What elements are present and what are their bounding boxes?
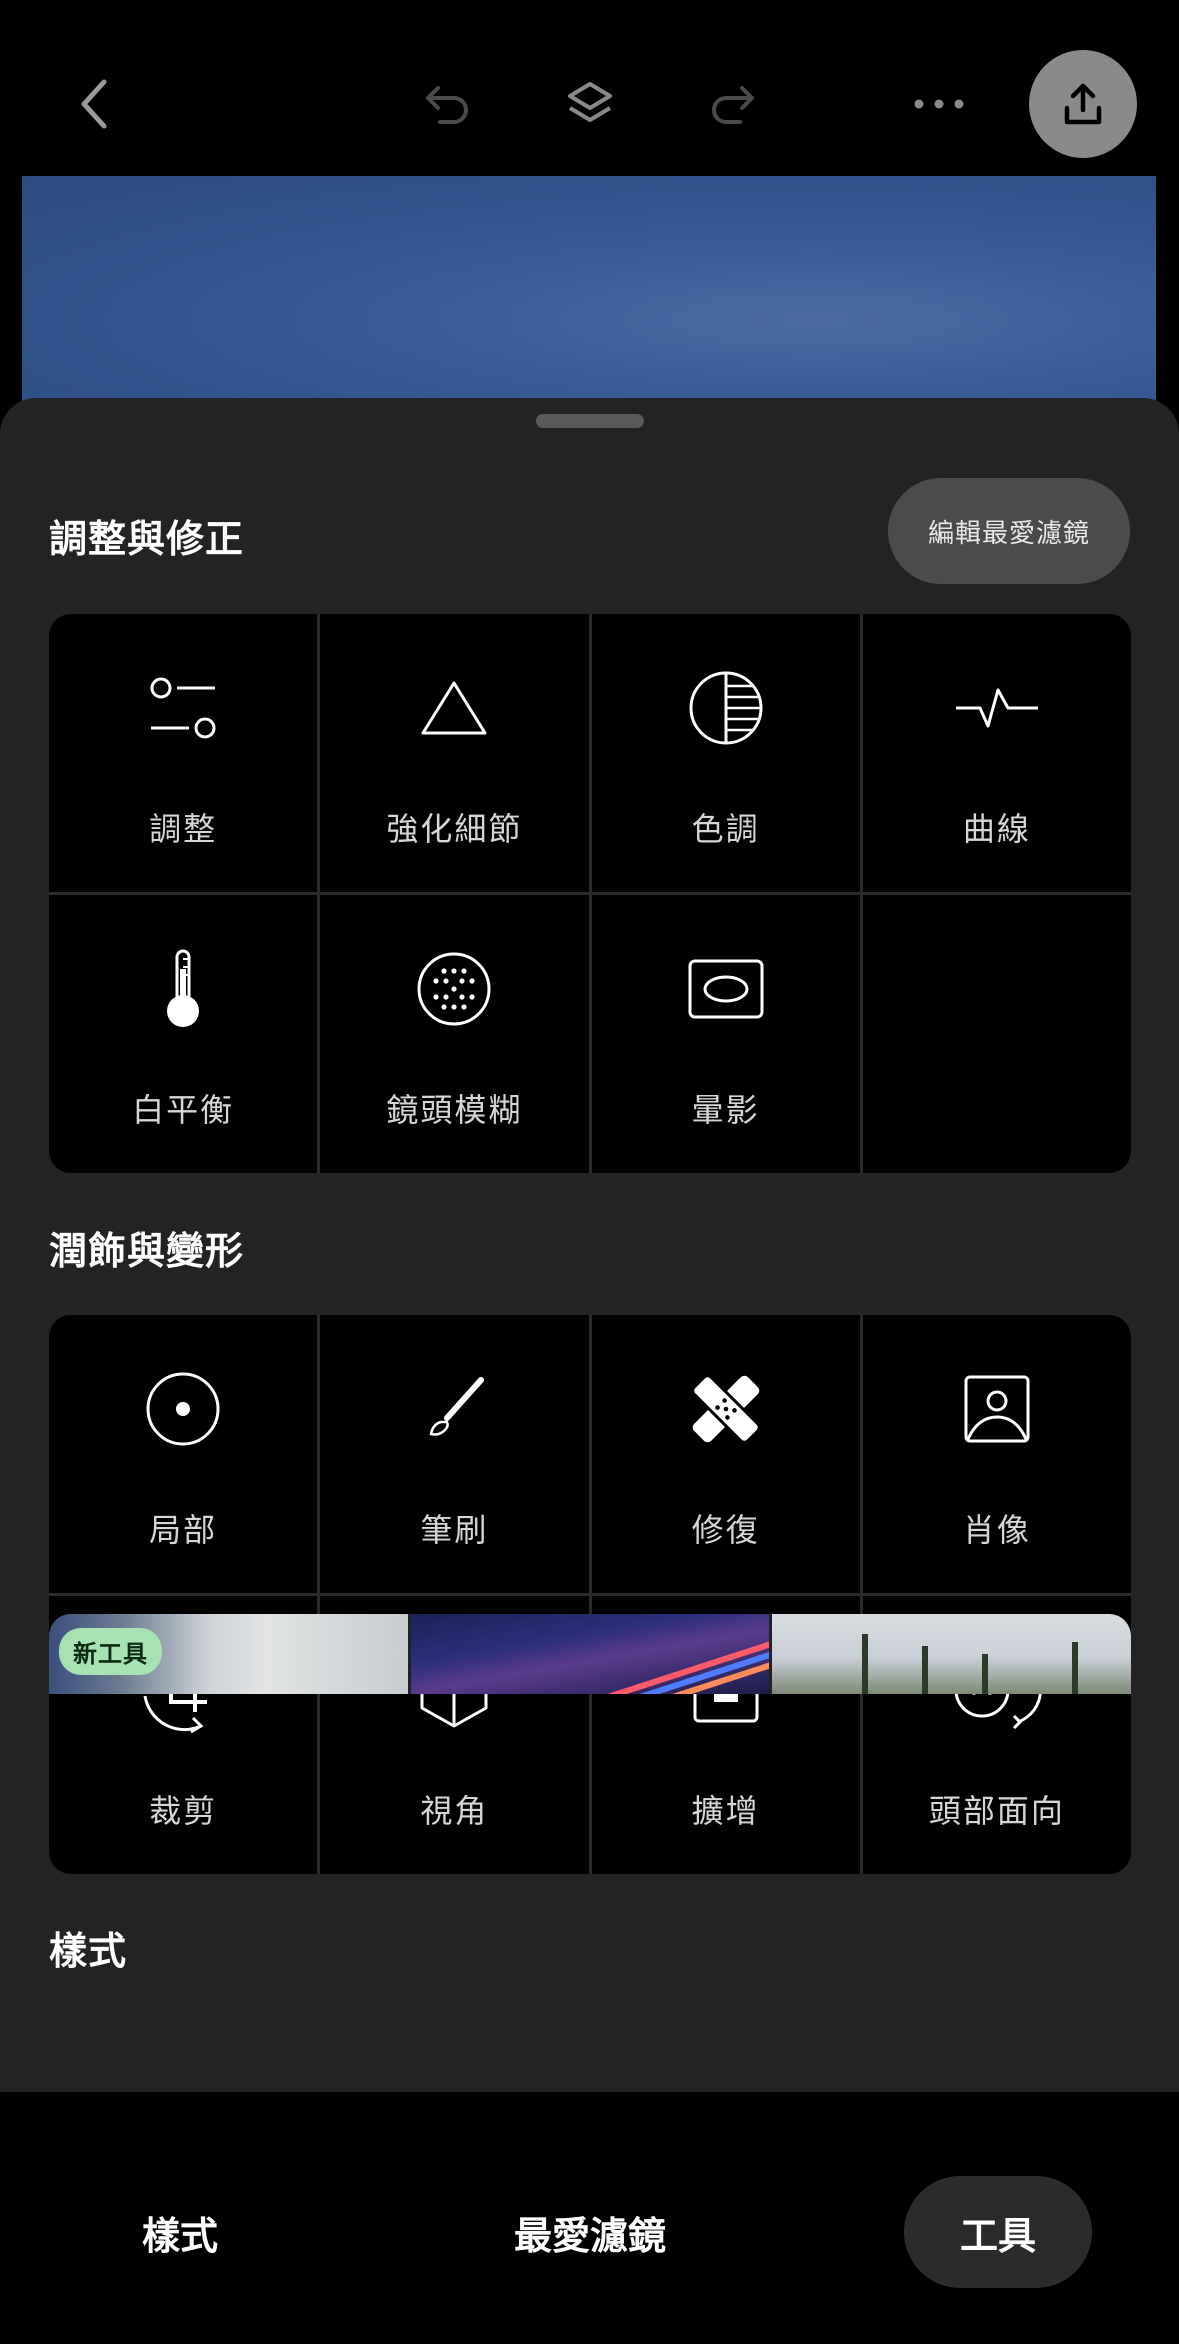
- tool-label: 擴增: [691, 1792, 760, 1830]
- section-title-adjust: 調整與修正: [49, 517, 245, 561]
- tool-curves[interactable]: 曲線: [862, 614, 1131, 892]
- tool-label: 調整: [149, 810, 218, 848]
- tool-brush[interactable]: 筆刷: [320, 1315, 589, 1593]
- tool-healing[interactable]: 修復: [591, 1315, 860, 1593]
- section-title-retouch: 潤飾與變形: [49, 1229, 245, 1273]
- tool-label: 裁剪: [149, 1792, 218, 1830]
- tool-label: 修復: [691, 1511, 760, 1549]
- tools-sheet: 調整與修正 編輯最愛濾鏡 調整 強化細節 色調 曲線 白平衡 鏡頭模糊 暈影 潤…: [0, 398, 1179, 2098]
- style-thumbnail[interactable]: [772, 1614, 1131, 1694]
- tab-tools[interactable]: 工具: [904, 2176, 1092, 2288]
- triangle-icon: [421, 681, 487, 735]
- tool-selective[interactable]: 局部: [49, 1315, 318, 1593]
- more-horizontal-icon: [914, 99, 964, 109]
- tool-label: 肖像: [962, 1511, 1031, 1549]
- tool-tonal[interactable]: 色調: [591, 614, 860, 892]
- sliders-icon: [150, 677, 216, 739]
- redo-icon: [712, 86, 754, 124]
- adjust-tools-grid: 調整 強化細節 色調 曲線 白平衡 鏡頭模糊 暈影: [49, 614, 1131, 1173]
- section-title-styles: 樣式: [49, 1929, 128, 1973]
- tool-label: 頭部面向: [928, 1792, 1065, 1830]
- tool-white-balance[interactable]: 白平衡: [49, 895, 318, 1173]
- tool-lens-blur[interactable]: 鏡頭模糊: [320, 895, 589, 1173]
- tool-vignette[interactable]: 暈影: [591, 895, 860, 1173]
- undo-icon: [426, 86, 468, 124]
- tool-label: 曲線: [962, 810, 1031, 848]
- tool-label: 強化細節: [386, 810, 523, 848]
- redo-button[interactable]: [704, 76, 762, 132]
- new-tool-badge: 新工具: [59, 1628, 162, 1675]
- more-button[interactable]: [908, 84, 970, 124]
- edit-favorites-button[interactable]: 編輯最愛濾鏡: [888, 478, 1130, 584]
- target-icon: [146, 1372, 220, 1446]
- styles-thumbnails: 新工具: [49, 1614, 1131, 1694]
- tool-label: 白平衡: [132, 1091, 235, 1129]
- chevron-left-icon: [81, 79, 107, 129]
- dotted-circle-icon: [417, 952, 491, 1026]
- tool-label: 筆刷: [420, 1511, 489, 1549]
- tool-adjust[interactable]: 調整: [49, 614, 318, 892]
- empty-tile: [862, 895, 1131, 1173]
- tab-styles[interactable]: 樣式: [100, 2176, 260, 2288]
- tool-label: 局部: [149, 1511, 218, 1549]
- layers-icon: [568, 82, 612, 122]
- portrait-icon: [964, 1375, 1030, 1443]
- tool-detail[interactable]: 強化細節: [320, 614, 589, 892]
- photo-preview[interactable]: [22, 176, 1156, 416]
- upload-icon: [1064, 83, 1102, 125]
- tool-label: 暈影: [691, 1091, 760, 1129]
- retouch-tools-grid: 局部 筆刷 修復 肖像 裁剪 視角 擴增 頭部面向: [49, 1315, 1131, 1874]
- undo-button[interactable]: [418, 76, 476, 132]
- vignette-icon: [688, 959, 764, 1019]
- back-button[interactable]: [66, 74, 122, 134]
- brush-icon: [429, 1377, 485, 1436]
- sheet-drag-handle[interactable]: [536, 414, 644, 428]
- tab-favorites[interactable]: 最愛濾鏡: [480, 2176, 700, 2288]
- bottom-tab-bar: 樣式 最愛濾鏡 工具: [0, 2092, 1179, 2344]
- style-thumbnail[interactable]: 新工具: [49, 1614, 408, 1694]
- thermometer-icon: [167, 949, 200, 1027]
- tool-label: 色調: [691, 810, 760, 848]
- tool-label: 視角: [420, 1792, 489, 1830]
- curve-icon: [955, 688, 1038, 728]
- style-thumbnail[interactable]: [410, 1614, 770, 1694]
- tool-label: 鏡頭模糊: [386, 1091, 523, 1129]
- tool-portrait[interactable]: 肖像: [862, 1315, 1131, 1593]
- export-button[interactable]: [1029, 50, 1137, 158]
- top-toolbar: [0, 0, 1179, 176]
- layers-button[interactable]: [560, 74, 620, 134]
- tonal-circle-icon: [689, 671, 763, 745]
- bandage-icon: [690, 1374, 761, 1444]
